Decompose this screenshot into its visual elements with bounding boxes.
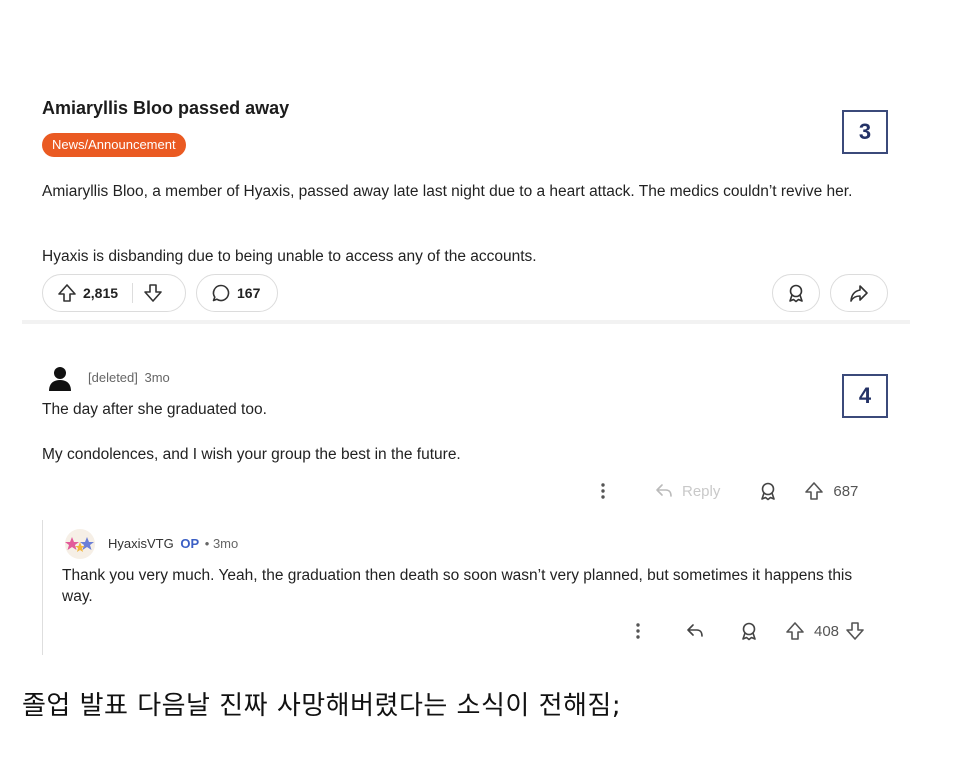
award-button[interactable] <box>772 274 820 312</box>
comment-age: 3mo <box>144 370 170 385</box>
reply-author[interactable]: HyaxisVTG <box>108 536 174 551</box>
reply-icon[interactable] <box>685 622 705 640</box>
reply-score: 408 <box>814 622 840 640</box>
op-badge: OP <box>180 536 200 551</box>
thread-line <box>42 520 43 655</box>
post-body-paragraph-2: Hyaxis is disbanding due to being unable… <box>42 248 537 265</box>
vote-pill: 2,815 <box>42 274 186 312</box>
marker-3: 3 <box>842 110 888 154</box>
share-button[interactable] <box>830 274 888 312</box>
comment-actions: Reply 687 <box>596 480 858 502</box>
marker-4: 4 <box>842 374 888 418</box>
downvote-icon[interactable] <box>143 283 163 303</box>
user-icon <box>48 366 72 392</box>
comment-line-2: My condolences, and I wish your group th… <box>42 446 461 463</box>
reply-age: • 3mo <box>204 536 239 551</box>
reply-icon <box>654 482 674 500</box>
share-icon <box>849 283 869 303</box>
comment-score: 687 <box>833 482 859 500</box>
caption-text: 졸업 발표 다음날 진짜 사망해버렸다는 소식이 전해짐; <box>22 691 622 721</box>
downvote-icon[interactable] <box>845 621 865 641</box>
more-icon[interactable] <box>631 621 645 641</box>
post-body-paragraph-1: Amiaryllis Bloo, a member of Hyaxis, pas… <box>42 183 853 200</box>
award-icon[interactable] <box>758 481 778 501</box>
upvote-icon[interactable] <box>785 621 805 641</box>
comment-author[interactable]: [deleted] <box>88 370 138 385</box>
upvote-icon[interactable] <box>804 481 824 501</box>
more-icon[interactable] <box>596 481 610 501</box>
vote-divider <box>132 283 134 303</box>
reply-meta: HyaxisVTG OP • 3mo <box>108 536 238 551</box>
award-icon[interactable] <box>739 621 759 641</box>
reply-label: Reply <box>682 482 721 500</box>
reply-text: Thank you very much. Yeah, the graduatio… <box>62 567 853 605</box>
comment-line-1: The day after she graduated too. <box>42 401 267 418</box>
avatar[interactable] <box>62 528 98 560</box>
upvote-count: 2,815 <box>83 285 119 301</box>
award-icon <box>786 283 806 303</box>
comment-icon <box>211 283 231 303</box>
upvote-icon[interactable] <box>57 283 77 303</box>
flair-badge[interactable]: News/Announcement <box>42 133 186 157</box>
reply-button[interactable]: Reply <box>654 482 720 500</box>
reply-actions: 408 <box>631 620 865 642</box>
comment-meta: [deleted] 3mo <box>88 370 170 385</box>
comment-count: 167 <box>237 285 261 301</box>
comments-button[interactable]: 167 <box>196 274 278 312</box>
post-title[interactable]: Amiaryllis Bloo passed away <box>42 98 289 119</box>
section-divider <box>22 320 910 324</box>
